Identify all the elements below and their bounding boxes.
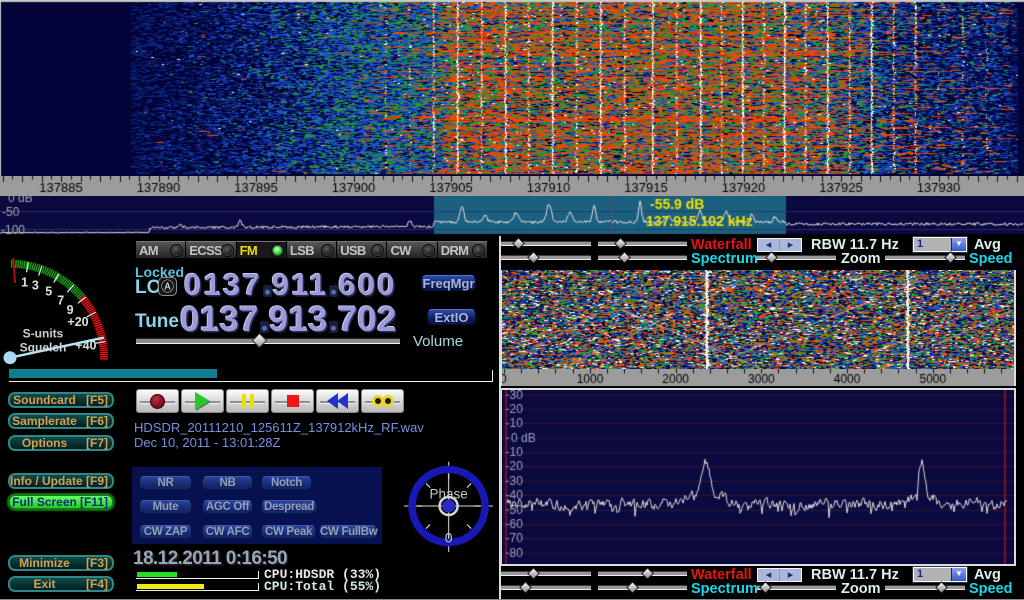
svg-text:5: 5 [45, 285, 52, 299]
svg-text:Phase: Phase [429, 487, 467, 502]
svg-text:1: 1 [21, 276, 28, 290]
svg-text:S-units: S-units [23, 327, 64, 341]
svg-text:0: 0 [445, 530, 453, 546]
svg-text:+20: +20 [67, 315, 88, 329]
svg-text:7: 7 [57, 293, 64, 307]
svg-text:3: 3 [32, 279, 39, 293]
svg-text:Squelch: Squelch [20, 341, 67, 355]
